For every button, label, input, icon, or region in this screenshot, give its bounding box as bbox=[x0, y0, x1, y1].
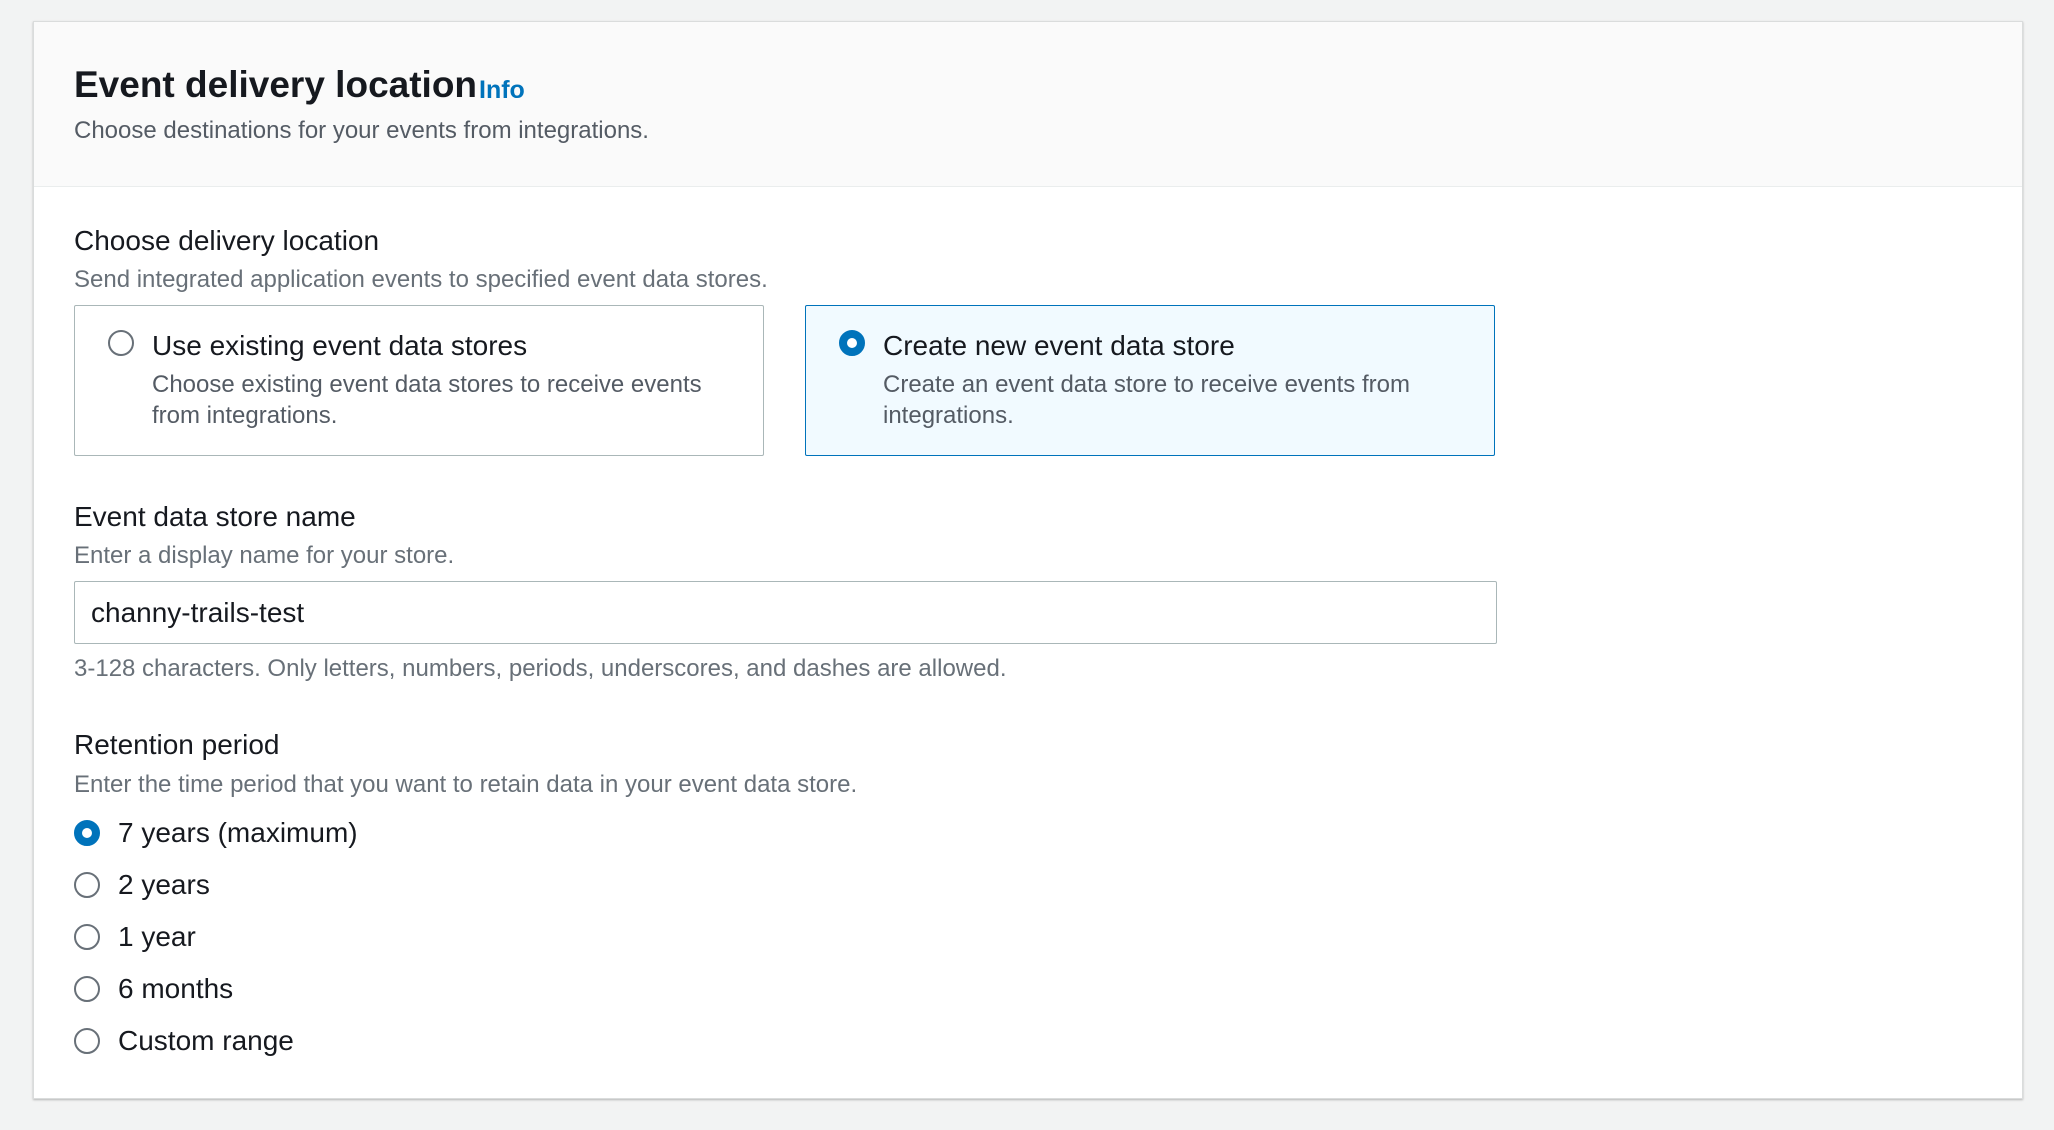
retention-option-6-months[interactable]: 6 months bbox=[74, 973, 474, 1005]
radio-2-years[interactable] bbox=[74, 872, 100, 898]
radio-7-years[interactable] bbox=[74, 820, 100, 846]
info-link[interactable]: Info bbox=[479, 76, 525, 105]
tile-description-use-existing: Choose existing event data stores to rec… bbox=[152, 371, 702, 429]
retention-option-label: 6 months bbox=[118, 973, 234, 1004]
tile-use-existing-event-data-stores[interactable]: Use existing event data stores Choose ex… bbox=[74, 305, 764, 456]
retention-period-label: Retention period bbox=[74, 729, 280, 760]
radio-1-year[interactable] bbox=[74, 924, 100, 950]
retention-option-label: 1 year bbox=[118, 921, 196, 952]
panel-title: Event delivery location bbox=[74, 64, 478, 105]
event-delivery-location-panel: Event delivery location Info Choose dest… bbox=[33, 21, 2023, 1099]
retention-option-2-years[interactable]: 2 years bbox=[74, 869, 474, 901]
retention-option-label: 2 years bbox=[118, 869, 210, 900]
store-name-description: Enter a display name for your store. bbox=[74, 542, 455, 569]
radio-custom-range[interactable] bbox=[74, 1028, 100, 1054]
panel-description: Choose destinations for your events from… bbox=[74, 117, 649, 144]
retention-option-label: 7 years (maximum) bbox=[118, 817, 358, 848]
tile-title-use-existing: Use existing event data stores bbox=[152, 330, 528, 361]
retention-period-description: Enter the time period that you want to r… bbox=[74, 771, 858, 798]
retention-option-label: Custom range bbox=[118, 1025, 294, 1056]
store-name-label: Event data store name bbox=[74, 501, 356, 532]
retention-option-1-year[interactable]: 1 year bbox=[74, 921, 474, 953]
panel-header: Event delivery location Info Choose dest… bbox=[34, 22, 2022, 187]
delivery-location-label: Choose delivery location bbox=[74, 225, 380, 256]
tile-title-create-new: Create new event data store bbox=[883, 330, 1235, 361]
radio-create-new[interactable] bbox=[839, 330, 865, 356]
store-name-input[interactable] bbox=[74, 581, 1497, 644]
store-name-constraint: 3-128 characters. Only letters, numbers,… bbox=[74, 655, 1007, 682]
radio-6-months[interactable] bbox=[74, 976, 100, 1002]
retention-option-7-years[interactable]: 7 years (maximum) bbox=[74, 817, 474, 849]
retention-option-custom-range[interactable]: Custom range bbox=[74, 1025, 474, 1057]
radio-use-existing[interactable] bbox=[108, 330, 134, 356]
tile-create-new-event-data-store[interactable]: Create new event data store Create an ev… bbox=[805, 305, 1495, 456]
tile-description-create-new: Create an event data store to receive ev… bbox=[883, 371, 1410, 429]
delivery-location-description: Send integrated application events to sp… bbox=[74, 266, 768, 293]
